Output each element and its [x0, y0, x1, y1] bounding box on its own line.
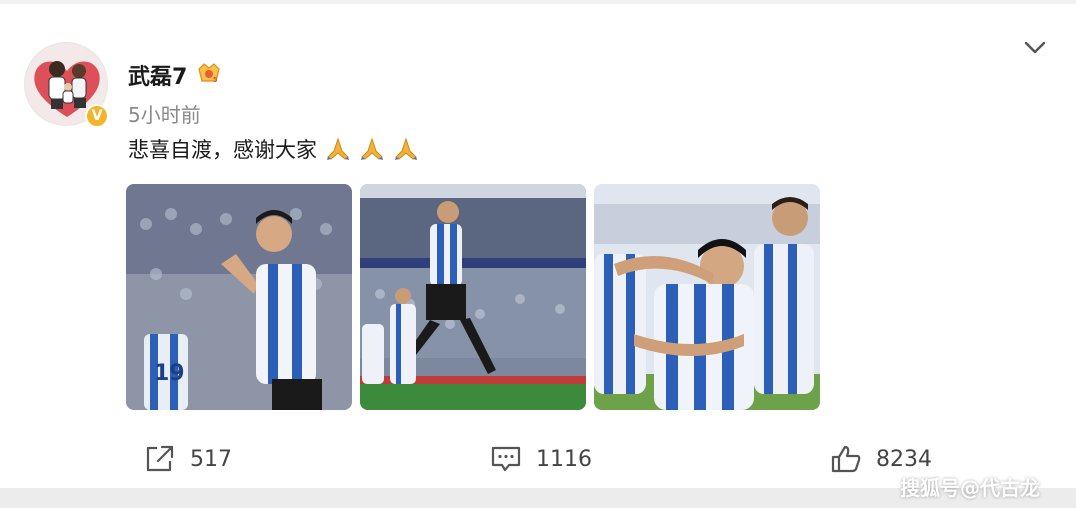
- praying-hands-emoji-icon: [361, 137, 383, 160]
- photo-celebration[interactable]: 19: [126, 184, 352, 410]
- verified-badge-icon: V: [85, 104, 109, 128]
- member-badge-icon[interactable]: 5: [196, 61, 222, 85]
- post-text-content: 悲喜自渡，感谢大家: [128, 138, 317, 162]
- share-icon: [146, 445, 174, 472]
- post-timestamp[interactable]: 5小时前: [128, 99, 201, 128]
- post-text: 悲喜自渡，感谢大家: [128, 134, 419, 164]
- comment-icon: [491, 446, 521, 472]
- svg-text:19: 19: [154, 361, 185, 386]
- svg-text:5: 5: [213, 76, 217, 84]
- chevron-down-icon[interactable]: [1022, 36, 1048, 58]
- comment-button[interactable]: 1116: [490, 444, 592, 474]
- praying-hands-emoji-icon: [395, 137, 417, 160]
- username[interactable]: 武磊7: [128, 59, 187, 91]
- praying-hands-emoji-icon: [327, 137, 349, 160]
- comment-count: 1116: [536, 446, 592, 472]
- weibo-post-card: V 武磊7 5 5小时前 悲喜自渡，感谢大家 19 517 1116 8234: [0, 4, 1076, 488]
- watermark: 搜狐号@代古龙: [900, 476, 1040, 500]
- thumbs-up-icon: [831, 445, 861, 473]
- like-count: 8234: [876, 446, 932, 472]
- share-count: 517: [190, 446, 232, 472]
- photo-team-hug[interactable]: [594, 184, 820, 410]
- share-button[interactable]: 517: [144, 444, 232, 474]
- photo-jump[interactable]: [360, 184, 586, 410]
- like-button[interactable]: 8234: [830, 444, 932, 474]
